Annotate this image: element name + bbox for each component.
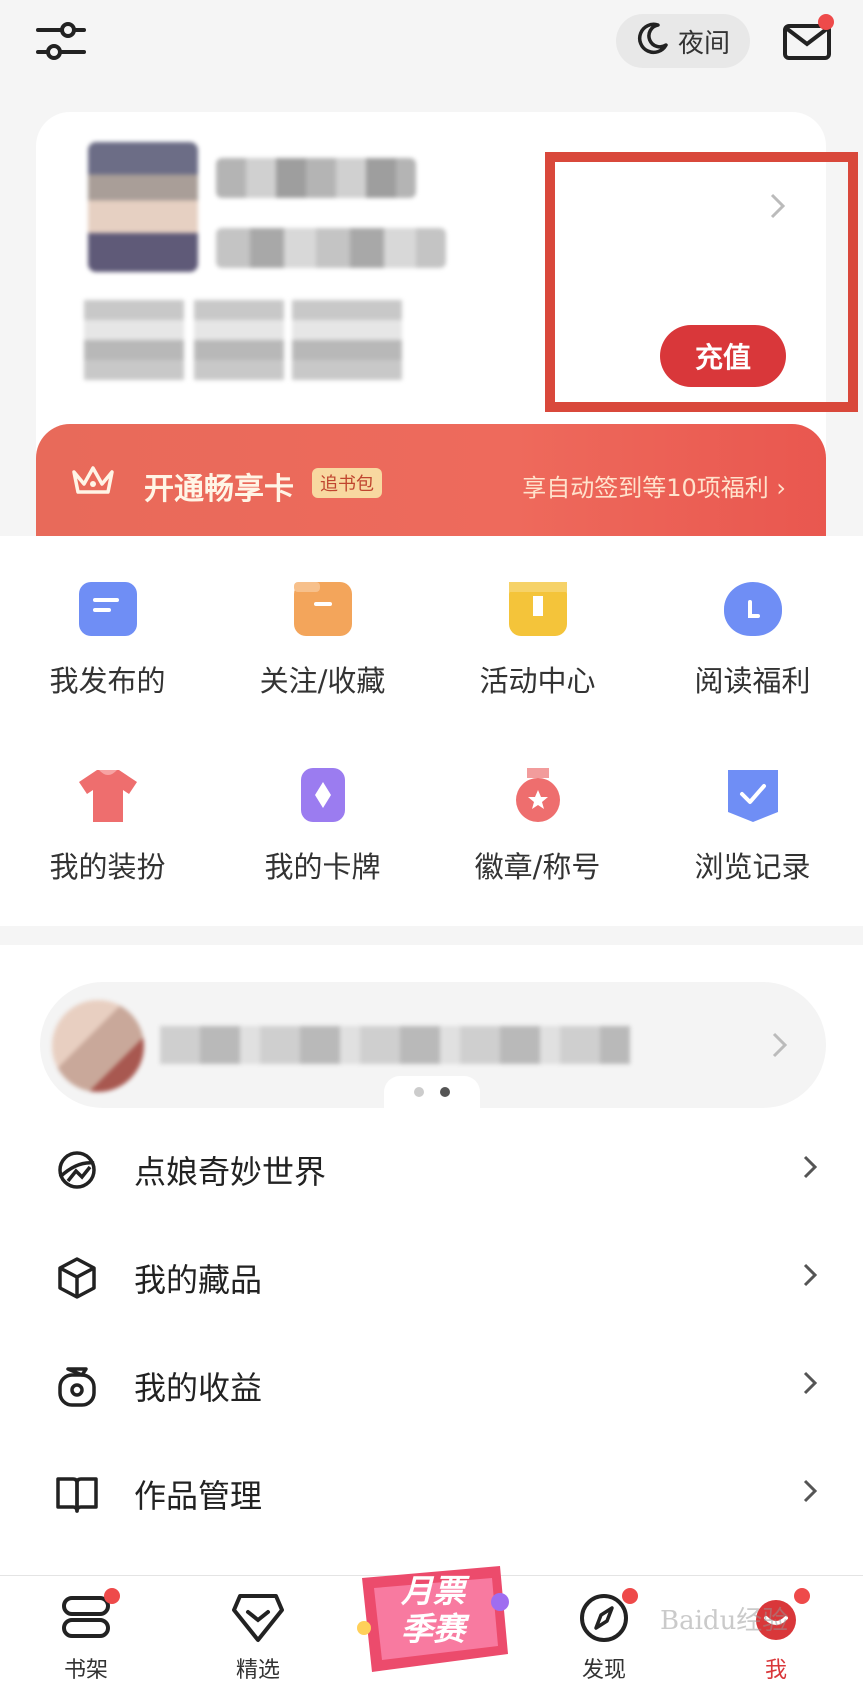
shirt-icon bbox=[78, 768, 137, 822]
nav-featured[interactable]: 精选 bbox=[198, 1590, 318, 1684]
chevron-right-icon: › bbox=[776, 474, 786, 502]
chevron-right-icon bbox=[801, 1258, 819, 1298]
menu-label: 点娘奇妙世界 bbox=[134, 1153, 327, 1191]
user-level-redacted bbox=[216, 228, 446, 268]
username-redacted bbox=[216, 158, 416, 198]
grid-item-cards[interactable]: 我的卡牌 bbox=[215, 768, 430, 886]
compass-icon bbox=[576, 1588, 638, 1646]
grid-label: 徽章/称号 bbox=[474, 850, 601, 884]
menu-item-works[interactable]: 作品管理 bbox=[0, 1440, 863, 1548]
carousel-text-redacted bbox=[160, 1026, 630, 1064]
watermark-text: Baidu经验 bbox=[660, 1606, 789, 1636]
bookshelf-icon bbox=[58, 1588, 120, 1646]
bookmark-check-icon bbox=[724, 768, 782, 822]
nav-label: 我 bbox=[764, 1658, 787, 1683]
vip-benefit: 享自动签到等10项福利 › bbox=[522, 468, 786, 503]
notification-dot bbox=[794, 1588, 810, 1604]
mail-button[interactable] bbox=[782, 14, 834, 64]
gift-icon bbox=[508, 582, 567, 636]
grid-item-follow[interactable]: 关注/收藏 bbox=[215, 582, 430, 700]
promo-line2: 季赛 bbox=[400, 1610, 465, 1648]
earnings-icon bbox=[54, 1363, 100, 1409]
grid-label: 浏览记录 bbox=[694, 850, 811, 884]
carousel-avatar bbox=[52, 1000, 144, 1092]
nav-discover[interactable]: 发现 bbox=[544, 1588, 664, 1684]
menu-label: 我的藏品 bbox=[134, 1261, 263, 1299]
menu-label: 作品管理 bbox=[134, 1477, 263, 1515]
menu-label: 我的收益 bbox=[134, 1369, 263, 1407]
medal-icon bbox=[509, 768, 567, 822]
carousel-pager bbox=[384, 1076, 480, 1108]
chevron-right-icon[interactable] bbox=[768, 190, 788, 230]
nav-label: 精选 bbox=[235, 1658, 280, 1683]
diamond-icon bbox=[230, 1590, 286, 1646]
card-icon bbox=[300, 768, 345, 822]
grid-label: 活动中心 bbox=[479, 664, 596, 698]
avatar[interactable] bbox=[88, 142, 198, 272]
moon-icon bbox=[636, 21, 670, 62]
monthly-ticket-promo-button[interactable]: 月票 季赛 bbox=[350, 1558, 516, 1682]
grid-item-reading-rewards[interactable]: 阅读福利 bbox=[645, 582, 860, 700]
function-grid: 我发布的 关注/收藏 活动中心 阅读福利 我的装扮 我的卡牌 徽章/称号 浏览记… bbox=[0, 536, 863, 926]
menu-item-collection[interactable]: 我的藏品 bbox=[0, 1224, 863, 1332]
grid-label: 我的装扮 bbox=[49, 850, 166, 884]
crown-icon bbox=[70, 462, 116, 502]
stat-redacted bbox=[292, 300, 402, 380]
grid-label: 我的卡牌 bbox=[264, 850, 381, 884]
folder-icon bbox=[293, 582, 352, 636]
vip-benefit-text: 享自动签到等10项福利 bbox=[522, 474, 769, 502]
night-mode-label: 夜间 bbox=[677, 28, 730, 59]
nav-label: 书架 bbox=[63, 1658, 108, 1683]
pager-dot-active bbox=[440, 1087, 450, 1097]
grid-item-history[interactable]: 浏览记录 bbox=[645, 768, 860, 886]
promo-line1: 月票 bbox=[400, 1572, 465, 1610]
menu-item-world[interactable]: 点娘奇妙世界 bbox=[0, 1116, 863, 1224]
pager-dot bbox=[414, 1087, 424, 1097]
stat-redacted bbox=[84, 300, 184, 380]
notification-dot bbox=[818, 14, 834, 30]
vip-tag: 追书包 bbox=[312, 468, 382, 498]
moneybag-icon bbox=[723, 582, 782, 636]
grid-label: 关注/收藏 bbox=[259, 664, 386, 698]
vip-banner[interactable]: 开通畅享卡 追书包 享自动签到等10项福利 › bbox=[36, 424, 826, 536]
settings-sliders-icon[interactable] bbox=[36, 18, 86, 64]
grid-item-badges[interactable]: 徽章/称号 bbox=[430, 768, 645, 886]
nav-bookshelf[interactable]: 书架 bbox=[26, 1588, 146, 1684]
book-icon bbox=[54, 1471, 100, 1517]
recharge-button[interactable]: 充值 bbox=[660, 325, 786, 387]
night-mode-button[interactable]: 夜间 bbox=[616, 14, 750, 68]
comment-icon bbox=[78, 582, 137, 636]
notification-dot bbox=[104, 1588, 120, 1604]
chevron-right-icon bbox=[801, 1150, 819, 1190]
grid-item-published[interactable]: 我发布的 bbox=[0, 582, 215, 700]
grid-label: 我发布的 bbox=[49, 664, 166, 698]
nav-label: 发现 bbox=[581, 1658, 626, 1683]
chevron-right-icon bbox=[801, 1474, 819, 1514]
notification-dot bbox=[622, 1588, 638, 1604]
grid-item-activity[interactable]: 活动中心 bbox=[430, 582, 645, 700]
vip-title: 开通畅享卡 bbox=[144, 472, 294, 507]
chevron-right-icon bbox=[770, 1030, 790, 1064]
stat-redacted bbox=[194, 300, 284, 380]
world-icon bbox=[54, 1147, 100, 1193]
menu-item-earnings[interactable]: 我的收益 bbox=[0, 1332, 863, 1440]
grid-item-outfit[interactable]: 我的装扮 bbox=[0, 768, 215, 886]
cube-icon bbox=[54, 1255, 100, 1301]
grid-label: 阅读福利 bbox=[694, 664, 811, 698]
chevron-right-icon bbox=[801, 1366, 819, 1406]
